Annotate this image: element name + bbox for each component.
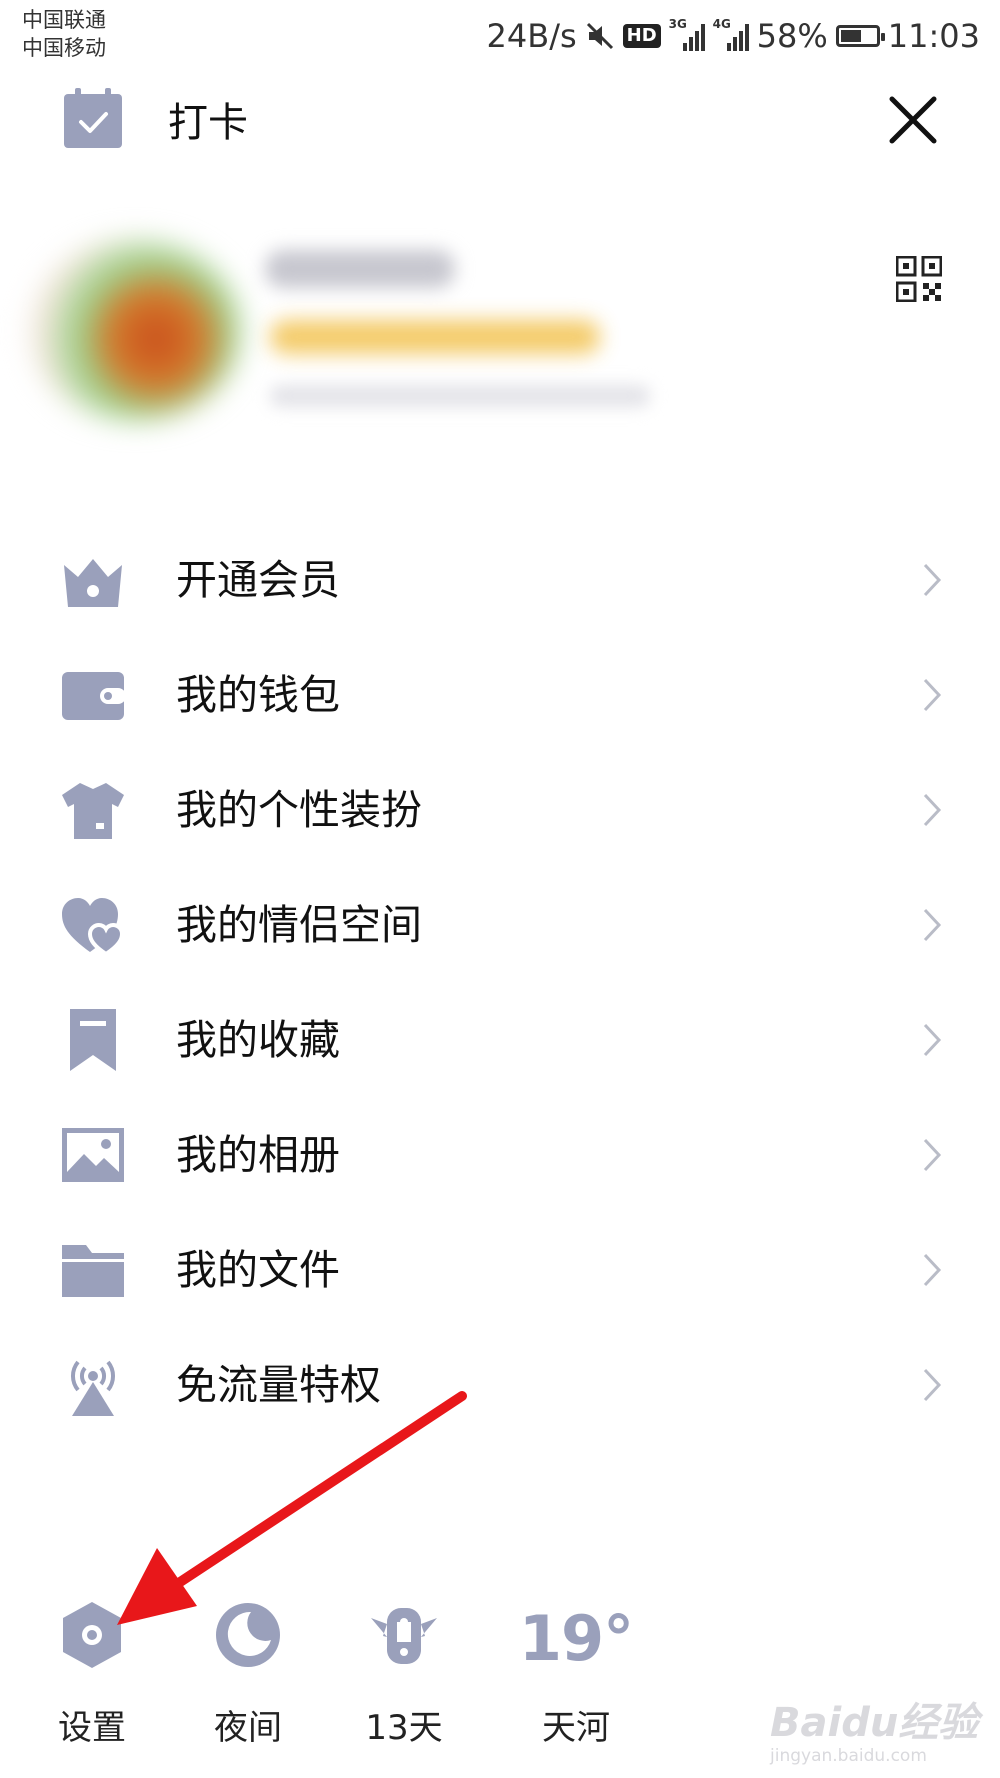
carrier-info: 中国联通 中国移动 bbox=[22, 6, 106, 62]
menu-label: 开通会员 bbox=[176, 556, 340, 604]
chevron-right-icon bbox=[923, 1253, 942, 1287]
menu-item-files[interactable]: 我的文件 bbox=[0, 1205, 1000, 1335]
menu-item-vip[interactable]: 开通会员 bbox=[0, 515, 1000, 645]
signal-icon-4g: 4G bbox=[713, 17, 749, 51]
baidu-watermark: Baidu经验 jingyan.baidu.com bbox=[760, 1690, 980, 1770]
qr-code-icon[interactable] bbox=[896, 256, 942, 302]
hd-badge: HD bbox=[622, 24, 661, 48]
menu-item-free-data[interactable]: 免流量特权 bbox=[0, 1320, 1000, 1450]
status-bar-right: 24B/s HD 3G 4G 58% 11:03 bbox=[487, 14, 980, 58]
menu-label: 我的文件 bbox=[176, 1246, 340, 1294]
net-speed: 24B/s bbox=[486, 17, 577, 55]
menu-item-couple-space[interactable]: 我的情侣空间 bbox=[0, 860, 1000, 990]
menu-item-favorites[interactable]: 我的收藏 bbox=[0, 975, 1000, 1105]
net-type-3g: 3G bbox=[668, 17, 687, 31]
drawer-screen: 中国联通 中国移动 24B/s HD 3G 4G 58% 11:03 打卡 开通… bbox=[0, 0, 1000, 1778]
temperature-value: 19° bbox=[518, 1602, 634, 1675]
broadcast-icon bbox=[70, 1360, 116, 1416]
image-icon bbox=[62, 1128, 124, 1182]
settings-hexagon-icon bbox=[63, 1602, 121, 1668]
menu-label: 免流量特权 bbox=[176, 1361, 381, 1409]
days-label: 13天 bbox=[365, 1708, 443, 1748]
profile-card[interactable] bbox=[30, 210, 670, 440]
hearts-icon bbox=[62, 898, 125, 957]
shirt-icon bbox=[62, 783, 124, 839]
menu-label: 我的钱包 bbox=[176, 671, 340, 719]
signal-icon-3g: 3G bbox=[669, 17, 705, 51]
settings-button[interactable]: 设置 bbox=[32, 1600, 152, 1760]
crown-icon bbox=[64, 559, 122, 607]
avatar[interactable] bbox=[30, 240, 240, 420]
battery-percent: 58% bbox=[756, 17, 828, 55]
vip-badges-blurred bbox=[270, 320, 600, 354]
watermark-url: jingyan.baidu.com bbox=[770, 1746, 927, 1766]
close-icon[interactable] bbox=[888, 95, 938, 145]
signature-blurred bbox=[270, 385, 650, 407]
chevron-right-icon bbox=[923, 1368, 942, 1402]
menu-label: 我的情侣空间 bbox=[176, 901, 422, 949]
menu-label: 我的收藏 bbox=[176, 1016, 340, 1064]
carrier-1: 中国联通 bbox=[22, 8, 106, 32]
weather-location-label: 天河 bbox=[542, 1708, 610, 1748]
chevron-right-icon bbox=[923, 908, 942, 942]
calendar-check-icon bbox=[64, 88, 122, 148]
watermark-brand: Baidu经验 bbox=[770, 1700, 979, 1746]
weather-button[interactable]: 19° 天河 bbox=[506, 1600, 646, 1760]
bookmark-icon bbox=[70, 1009, 116, 1071]
menu-item-wallet[interactable]: 我的钱包 bbox=[0, 630, 1000, 760]
chevron-right-icon bbox=[923, 1138, 942, 1172]
mute-icon bbox=[586, 22, 613, 50]
moon-icon bbox=[216, 1603, 280, 1667]
net-type-4g: 4G bbox=[712, 17, 731, 31]
winged-badge-icon bbox=[371, 1608, 437, 1664]
chevron-right-icon bbox=[923, 563, 942, 597]
wallet-icon bbox=[62, 672, 126, 720]
checkin-label: 打卡 bbox=[168, 100, 248, 146]
nickname-blurred bbox=[265, 250, 455, 288]
folder-icon bbox=[62, 1245, 124, 1297]
battery-icon bbox=[835, 25, 885, 47]
chevron-right-icon bbox=[923, 678, 942, 712]
night-label: 夜间 bbox=[214, 1708, 282, 1748]
menu-item-album[interactable]: 我的相册 bbox=[0, 1090, 1000, 1220]
settings-label: 设置 bbox=[58, 1708, 126, 1748]
carrier-2: 中国移动 bbox=[22, 36, 106, 60]
chevron-right-icon bbox=[923, 793, 942, 827]
chevron-right-icon bbox=[923, 1023, 942, 1057]
menu-item-themes[interactable]: 我的个性装扮 bbox=[0, 745, 1000, 875]
menu-label: 我的个性装扮 bbox=[176, 786, 422, 834]
night-mode-button[interactable]: 夜间 bbox=[188, 1600, 308, 1760]
clock: 11:03 bbox=[887, 17, 980, 55]
checkin-button[interactable]: 打卡 bbox=[62, 88, 248, 150]
menu-label: 我的相册 bbox=[176, 1131, 340, 1179]
days-button[interactable]: 13天 bbox=[344, 1600, 464, 1760]
